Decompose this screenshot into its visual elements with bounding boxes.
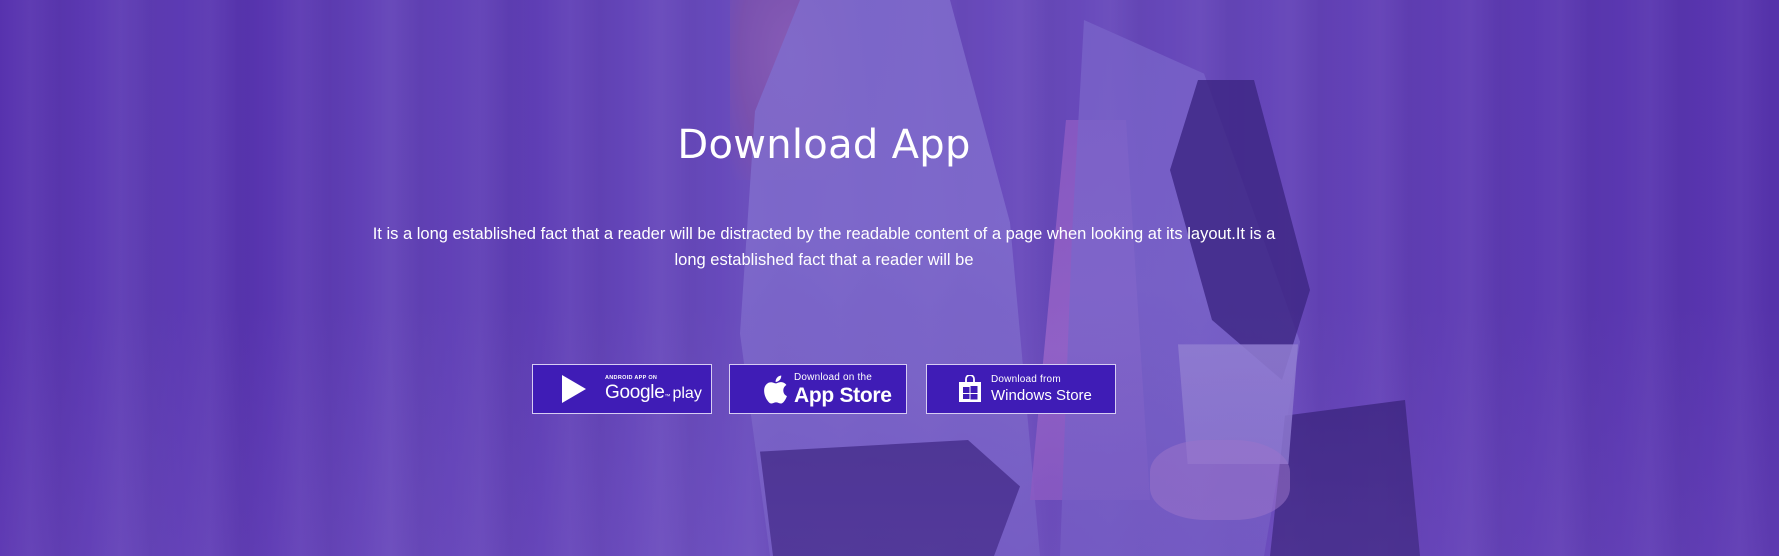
windows-store-bag-icon: [957, 375, 983, 403]
download-app-hero: Download App It is a long established fa…: [0, 0, 1779, 556]
play-triangle-icon: [561, 374, 607, 404]
app-store-label: App Store: [794, 383, 892, 407]
page-title: Download App: [677, 122, 971, 168]
app-store-button[interactable]: Download on the App Store: [729, 364, 907, 414]
google-brand: Google: [605, 381, 665, 403]
hero-content: Download App It is a long established fa…: [0, 0, 1779, 556]
google-play-button[interactable]: ANDROID APP ON Google ™ play: [532, 364, 712, 414]
google-play-label: play: [672, 384, 702, 402]
google-trademark: ™: [664, 393, 671, 400]
app-store-top-line: Download on the: [794, 371, 873, 383]
windows-store-button[interactable]: Download from Windows Store: [926, 364, 1116, 414]
apple-icon: [760, 374, 790, 405]
hero-description: It is a long established fact that a rea…: [372, 225, 1276, 269]
windows-store-top-line: Download from: [991, 374, 1061, 385]
windows-store-label: Windows Store: [991, 387, 1092, 404]
google-top-line: ANDROID APP ON: [605, 375, 658, 382]
